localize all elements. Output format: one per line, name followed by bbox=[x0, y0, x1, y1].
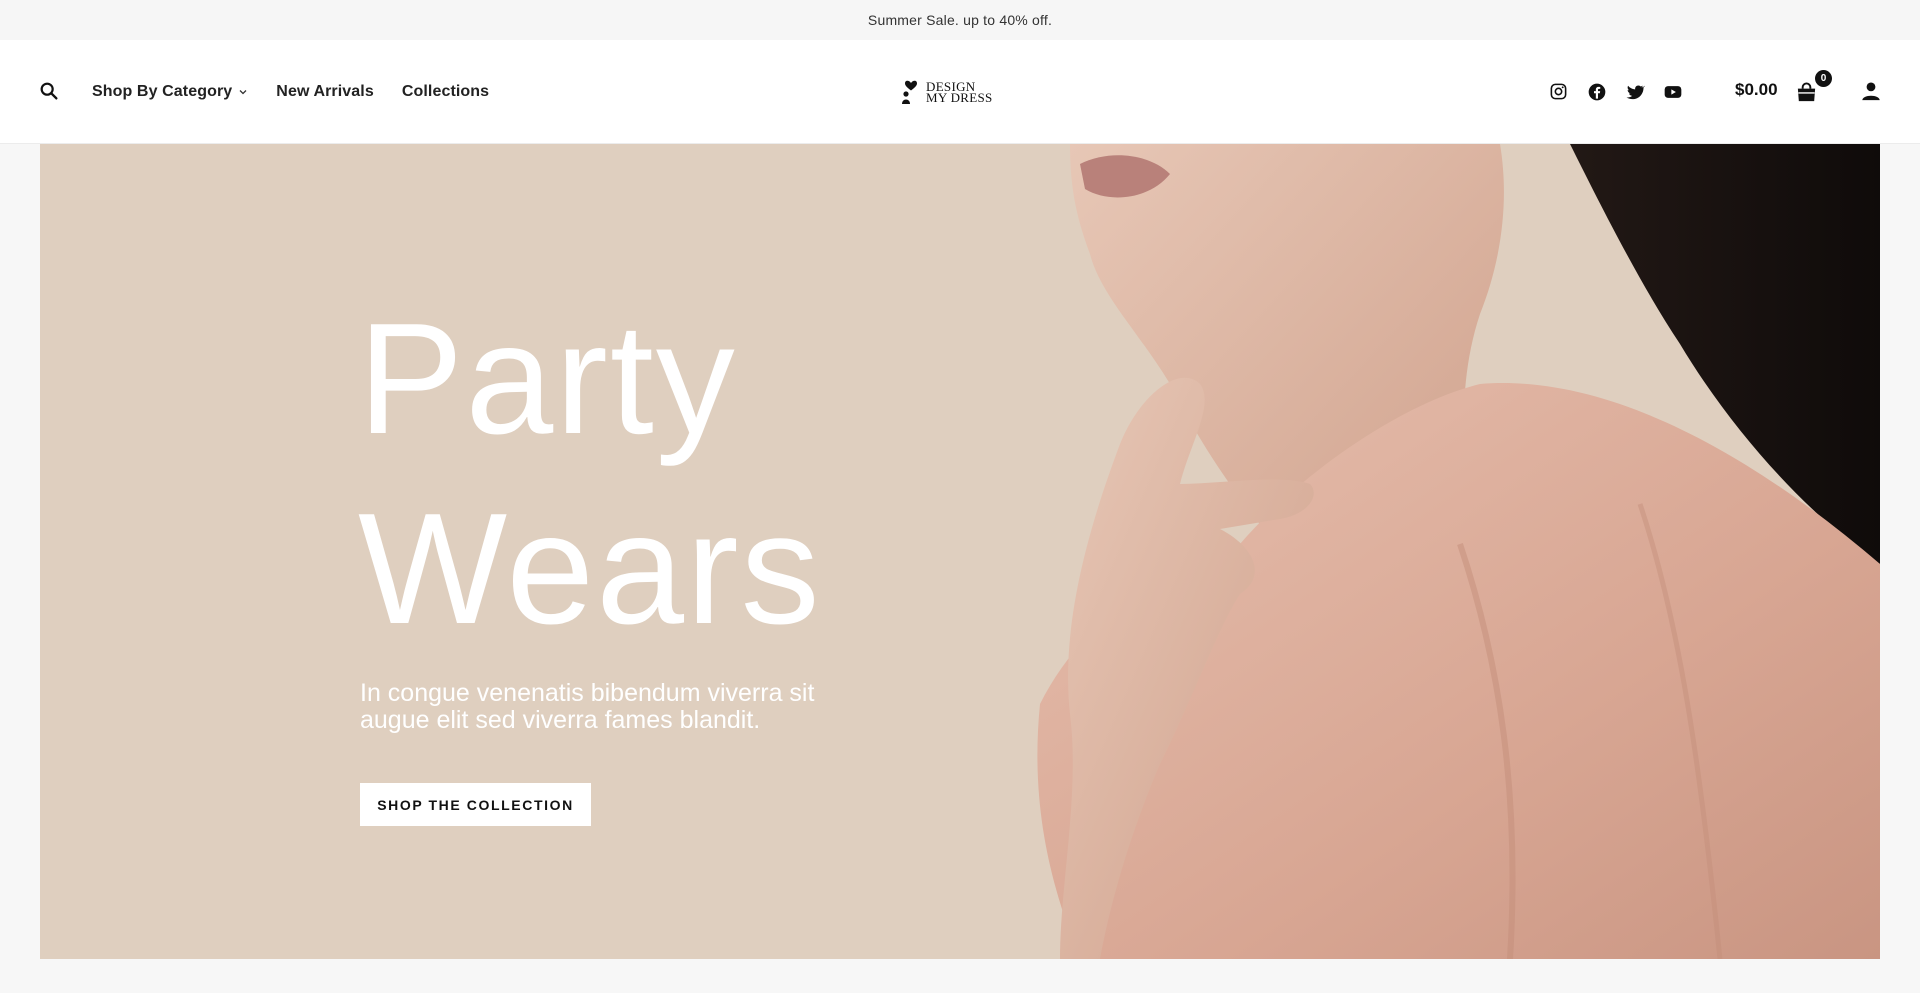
shop-the-collection-button[interactable]: SHOP THE COLLECTION bbox=[360, 783, 591, 826]
social-links bbox=[1548, 81, 1683, 102]
hero-subtitle: In congue venenatis bibendum viverra sit… bbox=[360, 679, 815, 734]
logo-line-2: MY DRESS bbox=[926, 90, 993, 105]
facebook-icon[interactable] bbox=[1586, 81, 1607, 102]
shopping-bag-icon bbox=[1797, 82, 1816, 102]
site-logo[interactable]: DESIGN MY DRESS bbox=[900, 76, 993, 108]
nav-shop-by-category[interactable]: Shop By Category bbox=[92, 83, 248, 101]
hero-headline-line-2: Wears bbox=[358, 481, 822, 657]
nav-new-arrivals[interactable]: New Arrivals bbox=[276, 83, 374, 101]
chevron-down-icon bbox=[239, 90, 247, 95]
hero-headline: Party Wears bbox=[358, 284, 822, 664]
instagram-icon[interactable] bbox=[1548, 81, 1569, 102]
logo-mark-icon bbox=[902, 80, 917, 104]
search-icon[interactable] bbox=[38, 80, 60, 102]
youtube-icon[interactable] bbox=[1662, 81, 1683, 102]
account-icon[interactable] bbox=[1860, 80, 1882, 102]
site-header: Shop By Category New Arrivals Collection… bbox=[0, 40, 1920, 144]
hero-model-image bbox=[1037, 144, 1880, 959]
nav-collections[interactable]: Collections bbox=[402, 83, 489, 101]
cart-button[interactable]: 0 bbox=[1795, 70, 1835, 108]
hero-headline-line-1: Party bbox=[358, 291, 737, 467]
announcement-bar: Summer Sale. up to 40% off. bbox=[0, 0, 1920, 40]
announcement-text: Summer Sale. up to 40% off. bbox=[867, 12, 1053, 28]
twitter-icon[interactable] bbox=[1624, 81, 1645, 102]
main-nav: Shop By Category New Arrivals Collection… bbox=[92, 40, 489, 144]
nav-collections-label: Collections bbox=[401, 83, 490, 100]
cart-total[interactable]: $0.00 bbox=[1735, 80, 1778, 100]
nav-shop-by-category-label: Shop By Category bbox=[92, 83, 233, 100]
cart-count-badge: 0 bbox=[1815, 70, 1832, 87]
hero-banner: Party Wears In congue venenatis bibendum… bbox=[40, 144, 1880, 959]
nav-new-arrivals-label: New Arrivals bbox=[276, 83, 374, 100]
